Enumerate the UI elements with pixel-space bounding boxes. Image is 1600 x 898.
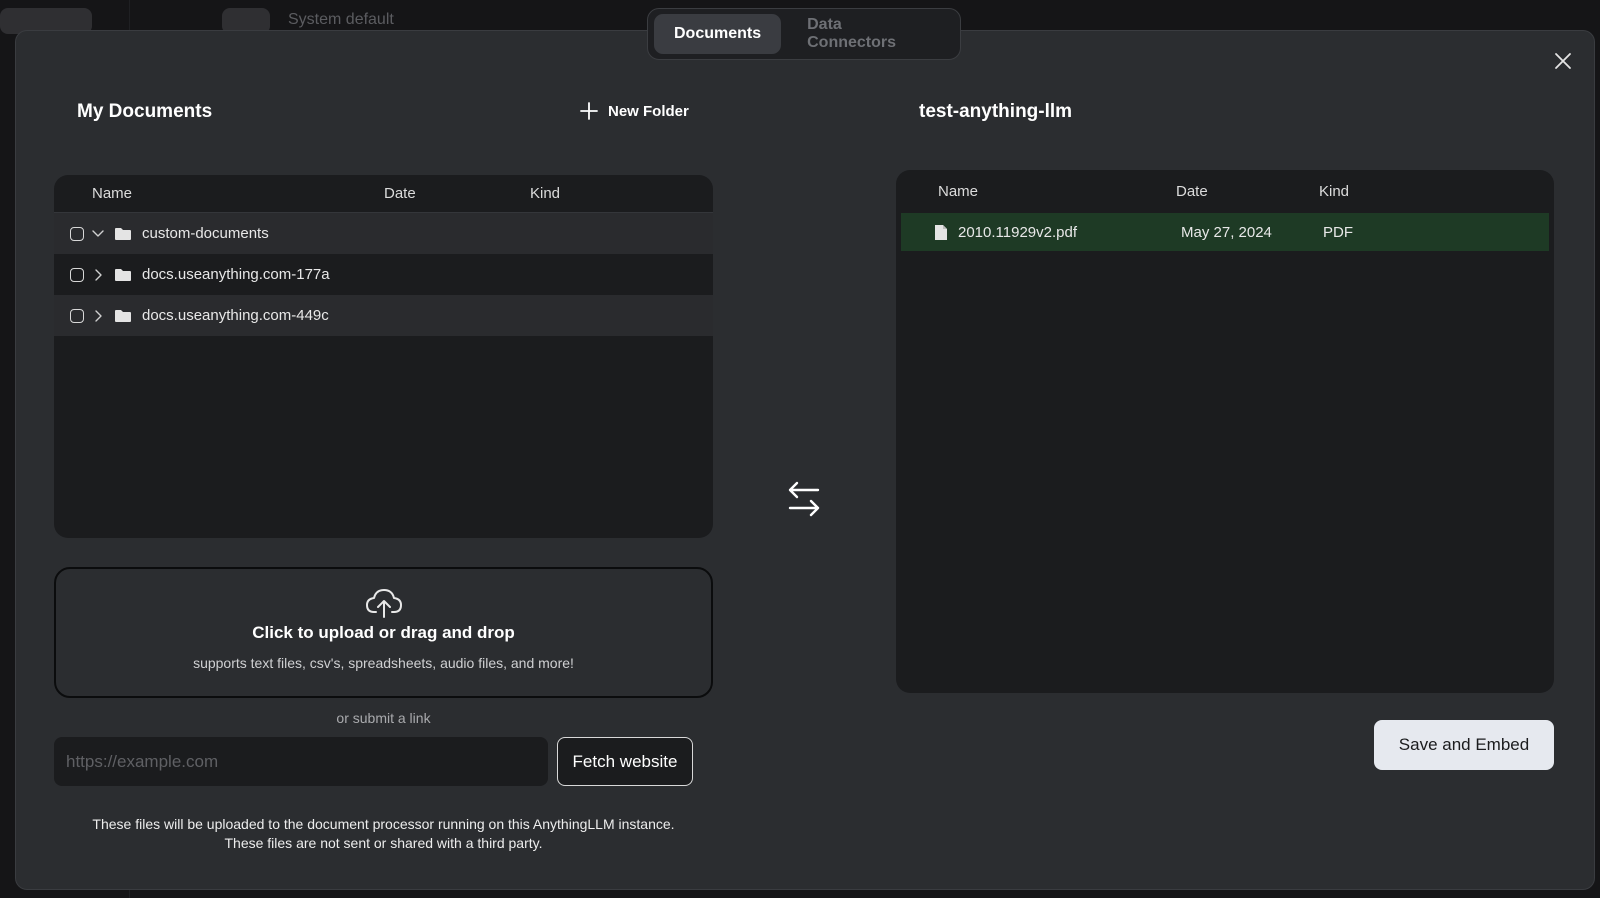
notice-line-2: These files are not sent or shared with … — [224, 835, 543, 851]
folder-icon — [115, 227, 131, 240]
table-header: Name Date Kind — [54, 175, 713, 213]
modal-tabs: Documents Data Connectors — [647, 8, 961, 60]
close-icon[interactable] — [1552, 50, 1574, 72]
document-kind: PDF — [1323, 223, 1353, 241]
folder-name: custom-documents — [142, 225, 269, 242]
new-folder-label: New Folder — [608, 102, 689, 120]
save-and-embed-button[interactable]: Save and Embed — [1374, 720, 1554, 770]
my-documents-title: My Documents — [77, 101, 213, 122]
row-checkbox[interactable] — [70, 226, 84, 241]
upload-subtitle: supports text files, csv's, spreadsheets… — [193, 655, 574, 671]
my-documents-table: Name Date Kind custom-documents docs.use… — [54, 175, 713, 538]
tab-documents[interactable]: Documents — [654, 14, 782, 54]
chevron-down-icon[interactable] — [90, 226, 106, 242]
new-folder-button[interactable]: New Folder — [580, 102, 689, 120]
folder-name: docs.useanything.com-177a — [142, 266, 330, 283]
column-kind: Kind — [1319, 183, 1350, 200]
upload-notice: These files will be uploaded to the docu… — [54, 815, 713, 853]
upload-title: Click to upload or drag and drop — [252, 623, 515, 642]
chevron-right-icon[interactable] — [90, 267, 106, 283]
chevron-right-icon[interactable] — [90, 308, 106, 324]
file-icon — [935, 224, 947, 240]
folder-name: docs.useanything.com-449c — [142, 307, 329, 324]
table-header: Name Date Kind — [896, 170, 1554, 213]
folder-row[interactable]: docs.useanything.com-449c — [54, 295, 713, 336]
folder-icon — [115, 268, 131, 281]
document-row[interactable]: 2010.11929v2.pdf May 27, 2024 PDF — [901, 213, 1549, 251]
folder-row[interactable]: custom-documents — [54, 213, 713, 254]
document-date: May 27, 2024 — [1181, 223, 1272, 241]
folder-icon — [115, 309, 131, 322]
column-date: Date — [384, 185, 416, 202]
folder-row[interactable]: docs.useanything.com-177a — [54, 254, 713, 295]
row-checkbox[interactable] — [70, 267, 84, 282]
fetch-website-button[interactable]: Fetch website — [557, 737, 693, 786]
swap-arrows-icon[interactable] — [784, 480, 824, 520]
notice-line-1: These files will be uploaded to the docu… — [92, 816, 675, 832]
workspace-title: test-anything-llm — [919, 101, 1073, 122]
tab-data-connectors[interactable]: Data Connectors — [787, 14, 954, 54]
row-checkbox[interactable] — [70, 308, 84, 323]
column-name: Name — [938, 183, 979, 200]
background-label: System default — [288, 11, 394, 28]
upload-dropzone[interactable]: Click to upload or drag and drop support… — [54, 567, 713, 698]
plus-icon — [580, 102, 598, 120]
url-input[interactable] — [54, 737, 548, 786]
submit-link-label: or submit a link — [336, 710, 431, 726]
workspace-documents-table: Name Date Kind 2010.11929v2.pdf May 27, … — [896, 170, 1554, 693]
cloud-upload-icon — [365, 589, 402, 618]
column-name: Name — [92, 185, 133, 202]
column-date: Date — [1176, 183, 1208, 200]
document-name: 2010.11929v2.pdf — [958, 223, 1077, 241]
column-kind: Kind — [530, 185, 561, 202]
